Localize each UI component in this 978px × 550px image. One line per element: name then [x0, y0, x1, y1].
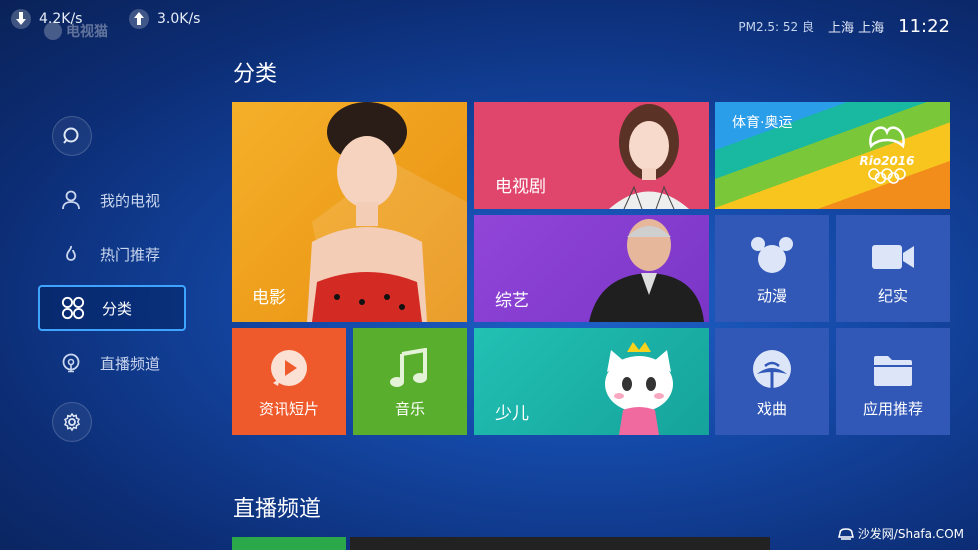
location: 上海 上海	[827, 21, 885, 36]
tv-series-poster-image	[609, 104, 689, 209]
search-icon	[63, 127, 79, 144]
clock: 11:22	[898, 16, 950, 37]
rio-2016-logo: Rio2016	[857, 120, 917, 188]
tile-documentary[interactable]: 纪实	[836, 215, 950, 322]
opera-mask-icon	[753, 350, 791, 388]
gear-icon	[63, 412, 81, 432]
tile-label: 应用推荐	[862, 400, 923, 418]
tile-label: 戏曲	[756, 400, 787, 418]
tile-label: 资讯短片	[258, 400, 319, 418]
tile-label: 动漫	[756, 287, 787, 305]
sidebar-item-label: 热门推荐	[100, 245, 161, 264]
tile-label: 少儿	[495, 404, 529, 424]
logo-icon	[44, 22, 62, 40]
tile-anime[interactable]: 动漫	[715, 215, 829, 322]
live-section-title: 直播频道	[233, 497, 322, 522]
rio-figures-icon	[869, 126, 905, 149]
search-button[interactable]	[52, 116, 92, 156]
sidebar-item-hot[interactable]: 热门推荐	[38, 231, 186, 277]
broadcast-icon	[59, 351, 83, 375]
tile-movie[interactable]: 电影	[232, 102, 467, 322]
sidebar-item-label: 直播频道	[100, 354, 161, 373]
movie-poster-image	[307, 102, 467, 322]
upload-arrow-icon	[129, 9, 149, 29]
tile-label: 体育·奥运	[732, 115, 793, 131]
tile-kids[interactable]: 少儿	[474, 328, 709, 435]
watermark-text: 沙发网/Shafa.COM	[857, 527, 964, 541]
four-circles-icon	[61, 296, 85, 320]
tile-label: 音乐	[394, 400, 425, 418]
app-logo: 电视猫	[44, 21, 108, 41]
download-arrow-icon	[11, 9, 31, 29]
watermark: 沙发网/Shafa.COM	[837, 525, 964, 542]
upload-speed: 3.0K/s	[129, 9, 200, 29]
music-note-icon	[390, 348, 427, 387]
user-icon	[59, 188, 83, 212]
settings-button[interactable]	[52, 402, 92, 442]
sidebar-item-live[interactable]: 直播频道	[38, 340, 186, 386]
tile-tv-series[interactable]: 电视剧	[474, 102, 709, 209]
tile-sports[interactable]: 体育·奥运 Rio2016	[715, 102, 950, 209]
tile-variety[interactable]: 综艺	[474, 215, 709, 322]
status-info: PM2.5: 52 良 上海 上海 11:22	[738, 16, 950, 37]
page-title: 分类	[233, 62, 278, 87]
tile-music[interactable]: 音乐	[353, 328, 467, 435]
tile-opera[interactable]: 戏曲	[715, 328, 829, 435]
live-tile-2[interactable]	[350, 537, 770, 550]
video-camera-icon	[872, 245, 914, 269]
live-tile-1[interactable]	[232, 537, 346, 550]
air-quality: PM2.5: 52 良	[738, 20, 814, 34]
olympic-rings-icon	[868, 168, 906, 184]
tile-news-clips[interactable]: 资讯短片	[232, 328, 346, 435]
sidebar-item-label: 我的电视	[100, 191, 161, 210]
kids-cat-mascot-image	[605, 342, 673, 435]
tile-app-recommend[interactable]: 应用推荐	[836, 328, 950, 435]
sidebar-item-category[interactable]: 分类	[38, 285, 186, 331]
tile-label: 纪实	[877, 287, 908, 305]
app-logo-text: 电视猫	[66, 24, 108, 40]
sofa-logo-icon	[837, 527, 854, 540]
flame-icon	[59, 242, 83, 266]
tile-label: 电视剧	[495, 177, 546, 197]
tile-label: 电影	[252, 288, 286, 308]
folder-icon	[874, 356, 912, 386]
rio-badge-text: Rio2016	[859, 154, 915, 168]
sidebar-item-label: 分类	[102, 299, 133, 318]
variety-poster-image	[589, 219, 704, 322]
sidebar-item-my-tv[interactable]: 我的电视	[38, 177, 186, 223]
mickey-icon	[751, 237, 793, 273]
play-bubble-icon	[271, 350, 307, 386]
tile-label: 综艺	[495, 291, 529, 311]
upload-speed-value: 3.0K/s	[157, 11, 201, 27]
